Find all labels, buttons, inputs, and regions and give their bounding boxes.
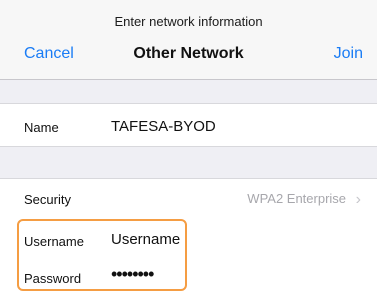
network-name-row[interactable]: Name TAFESA-BYOD: [0, 103, 377, 147]
enter-network-info-prompt: Enter network information: [114, 14, 263, 29]
other-network-screen: Enter network information Cancel Other N…: [0, 0, 377, 293]
page-title: Other Network: [133, 45, 244, 62]
password-field[interactable]: ••••••••: [111, 264, 154, 285]
username-row[interactable]: Username Username: [0, 218, 377, 257]
security-label: Security: [24, 192, 71, 207]
username-field[interactable]: Username: [111, 231, 180, 248]
username-label: Username: [24, 234, 84, 249]
network-name-field[interactable]: TAFESA-BYOD: [111, 118, 216, 135]
name-label: Name: [24, 120, 59, 135]
security-value: WPA2 Enterprise: [247, 191, 347, 206]
password-row[interactable]: Password ••••••••: [0, 256, 377, 293]
join-button[interactable]: Join: [334, 45, 363, 63]
security-selector[interactable]: WPA2 Enterprise ›: [247, 191, 361, 209]
password-label: Password: [24, 271, 82, 286]
security-row[interactable]: Security WPA2 Enterprise ›: [0, 178, 377, 220]
navigation-bar: Enter network information Cancel Other N…: [0, 0, 377, 80]
chevron-right-icon: ›: [355, 191, 361, 208]
